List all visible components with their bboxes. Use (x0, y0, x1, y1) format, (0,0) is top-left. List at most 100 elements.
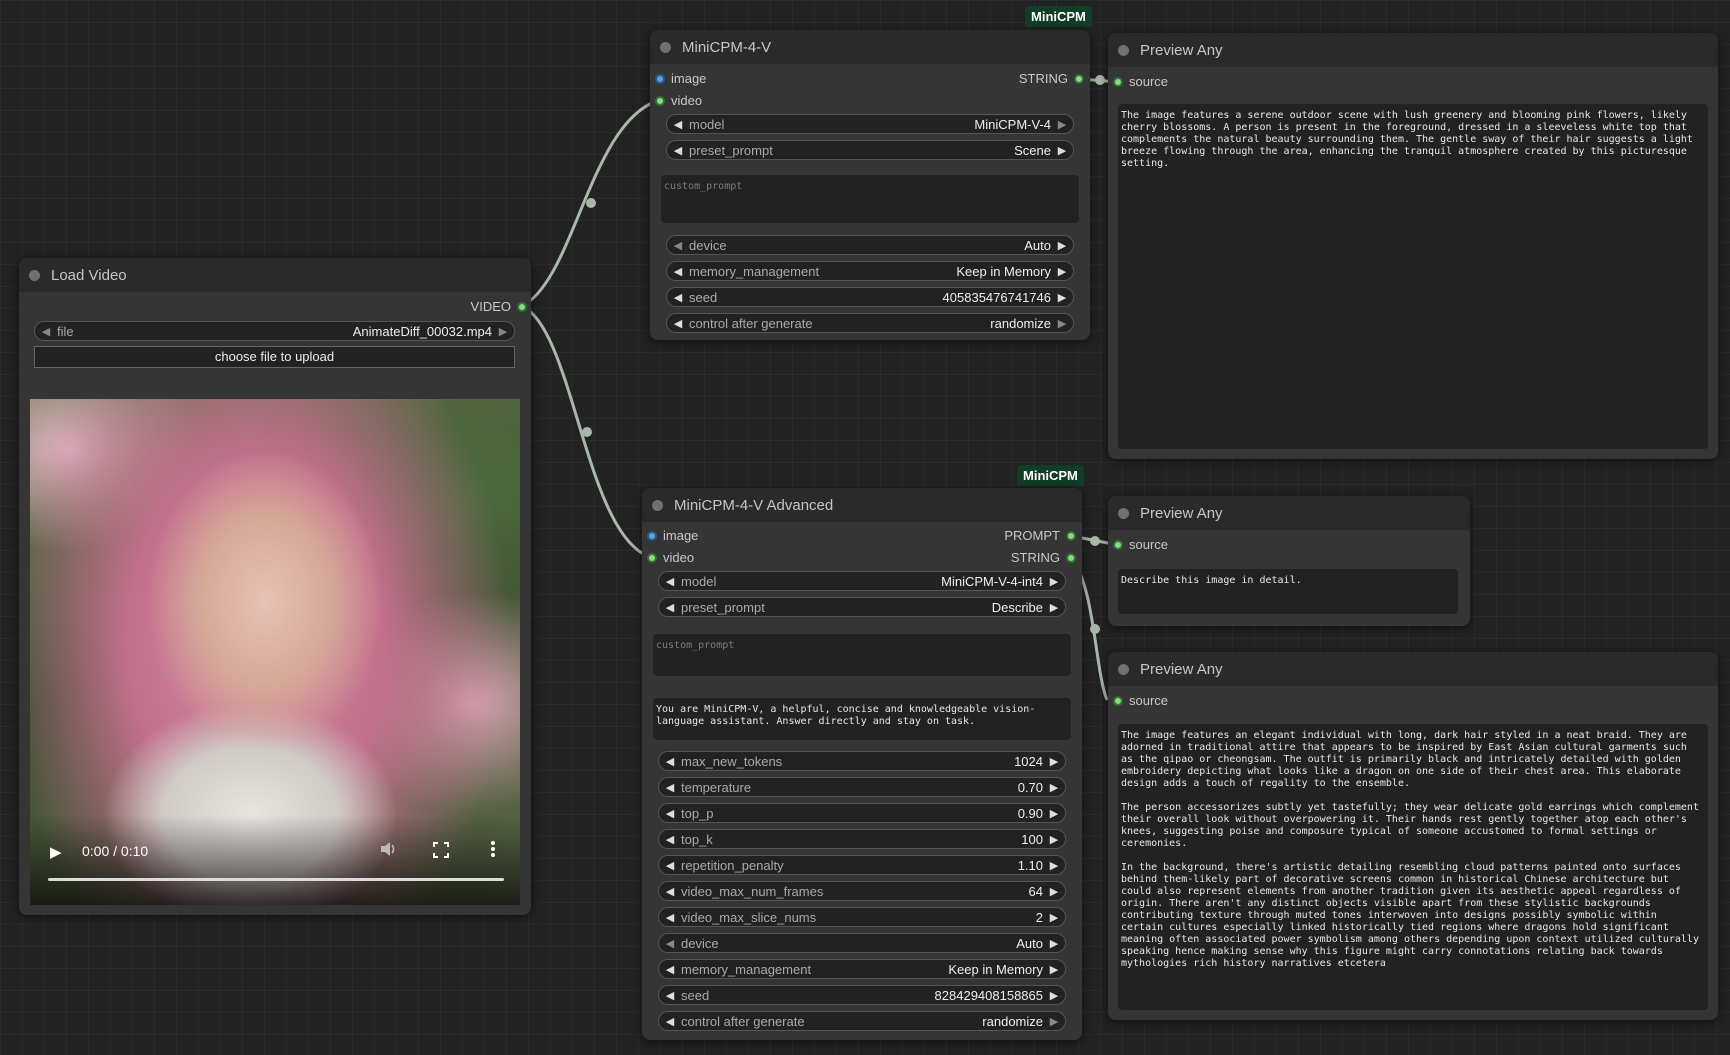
memory-management-combo[interactable]: ◀ memory_management Keep in Memory ▶ (666, 261, 1074, 281)
model-combo[interactable]: ◀ model MiniCPM-V-4 ▶ (666, 114, 1074, 134)
output-dot[interactable] (1066, 531, 1076, 541)
input-slot-video[interactable]: video (655, 92, 702, 110)
video-max-num-frames-number[interactable]: ◀ video_max_num_frames 64 ▶ (658, 881, 1066, 901)
custom-prompt-input[interactable]: custom_prompt (653, 634, 1071, 676)
input-dot[interactable] (655, 96, 665, 106)
left-arrow-icon[interactable]: ◀ (667, 265, 689, 278)
preview-any-node-2[interactable]: Preview Any source Describe this image i… (1108, 496, 1470, 626)
collapse-dot[interactable] (1118, 44, 1129, 56)
preview-text-output[interactable]: The image features a serene outdoor scen… (1118, 104, 1708, 449)
left-arrow-icon[interactable]: ◀ (659, 963, 681, 976)
input-slot-source[interactable]: source (1113, 536, 1168, 554)
left-arrow-icon[interactable]: ◀ (659, 885, 681, 898)
input-slot-image[interactable]: image (655, 70, 706, 88)
right-arrow-icon[interactable]: ▶ (1043, 601, 1065, 614)
input-dot[interactable] (1113, 77, 1123, 87)
output-dot[interactable] (1066, 553, 1076, 563)
left-arrow-icon[interactable]: ◀ (659, 937, 681, 950)
node-title-bar[interactable]: Preview Any (1108, 33, 1718, 67)
left-arrow-icon[interactable]: ◀ (667, 291, 689, 304)
left-arrow-icon[interactable]: ◀ (667, 144, 689, 157)
node-title-bar[interactable]: MiniCPM-4-V Advanced (642, 488, 1082, 522)
right-arrow-icon[interactable]: ▶ (1051, 239, 1073, 252)
output-slot-prompt[interactable]: PROMPT (1004, 527, 1076, 545)
max-new-tokens-number[interactable]: ◀ max_new_tokens 1024 ▶ (658, 751, 1066, 771)
right-arrow-icon[interactable]: ▶ (1051, 317, 1073, 330)
input-slot-video[interactable]: video (647, 549, 694, 567)
output-slot-string[interactable]: STRING (1011, 549, 1076, 567)
input-dot[interactable] (647, 553, 657, 563)
input-dot[interactable] (655, 74, 665, 84)
left-arrow-icon[interactable]: ◀ (659, 911, 681, 924)
upload-button[interactable]: choose file to upload (34, 346, 515, 368)
input-slot-source[interactable]: source (1113, 692, 1168, 710)
node-title-bar[interactable]: Load Video (19, 258, 531, 292)
right-arrow-icon[interactable]: ▶ (1043, 885, 1065, 898)
input-slot-source[interactable]: source (1113, 73, 1168, 91)
left-arrow-icon[interactable]: ◀ (659, 859, 681, 872)
left-arrow-icon[interactable]: ◀ (659, 575, 681, 588)
right-arrow-icon[interactable]: ▶ (1043, 781, 1065, 794)
left-arrow-icon[interactable]: ◀ (659, 1015, 681, 1028)
collapse-dot[interactable] (29, 269, 40, 281)
output-dot[interactable] (1074, 74, 1084, 84)
top-p-number[interactable]: ◀ top_p 0.90 ▶ (658, 803, 1066, 823)
device-combo[interactable]: ◀ device Auto ▶ (658, 933, 1066, 953)
right-arrow-icon[interactable]: ▶ (1051, 144, 1073, 157)
right-arrow-icon[interactable]: ▶ (1043, 989, 1065, 1002)
right-arrow-icon[interactable]: ▶ (1043, 1015, 1065, 1028)
custom-prompt-input[interactable]: custom_prompt (661, 175, 1079, 223)
minicpm-advanced-node[interactable]: MiniCPM-4-V Advanced image video PROMPT … (642, 488, 1082, 1040)
preview-text-output[interactable]: Describe this image in detail. (1118, 569, 1458, 614)
input-slot-image[interactable]: image (647, 527, 698, 545)
collapse-dot[interactable] (652, 499, 663, 511)
play-icon[interactable]: ▶ (50, 843, 62, 861)
left-arrow-icon[interactable]: ◀ (667, 239, 689, 252)
node-title-bar[interactable]: Preview Any (1108, 496, 1470, 530)
input-dot[interactable] (1113, 696, 1123, 706)
output-slot-video[interactable]: VIDEO (471, 298, 527, 316)
seed-number[interactable]: ◀ seed 828429408158865 ▶ (658, 985, 1066, 1005)
model-combo[interactable]: ◀ model MiniCPM-V-4-int4 ▶ (658, 571, 1066, 591)
minicpm-node[interactable]: MiniCPM-4-V image video STRING ◀ model M… (650, 30, 1090, 340)
volume-icon[interactable] (379, 840, 397, 861)
input-dot[interactable] (647, 531, 657, 541)
right-arrow-icon[interactable]: ▶ (1043, 859, 1065, 872)
left-arrow-icon[interactable]: ◀ (667, 118, 689, 131)
collapse-dot[interactable] (660, 41, 671, 53)
device-combo[interactable]: ◀ device Auto ▶ (666, 235, 1074, 255)
temperature-number[interactable]: ◀ temperature 0.70 ▶ (658, 777, 1066, 797)
left-arrow-icon[interactable]: ◀ (659, 833, 681, 846)
control-after-generate-combo[interactable]: ◀ control after generate randomize ▶ (666, 313, 1074, 333)
video-progress-bar[interactable] (48, 878, 504, 881)
more-options-icon[interactable] (490, 840, 496, 861)
right-arrow-icon[interactable]: ▶ (1051, 291, 1073, 304)
output-slot-string[interactable]: STRING (1019, 70, 1084, 88)
left-arrow-icon[interactable]: ◀ (35, 325, 57, 338)
load-video-node[interactable]: Load Video VIDEO ◀ file AnimateDiff_0003… (19, 258, 531, 915)
preview-text-output[interactable]: The image features an elegant individual… (1118, 724, 1708, 1010)
right-arrow-icon[interactable]: ▶ (1043, 937, 1065, 950)
repetition-penalty-number[interactable]: ◀ repetition_penalty 1.10 ▶ (658, 855, 1066, 875)
left-arrow-icon[interactable]: ◀ (667, 317, 689, 330)
preset-prompt-combo[interactable]: ◀ preset_prompt Scene ▶ (666, 140, 1074, 160)
right-arrow-icon[interactable]: ▶ (1043, 911, 1065, 924)
node-title-bar[interactable]: Preview Any (1108, 652, 1718, 686)
seed-number[interactable]: ◀ seed 405835476741746 ▶ (666, 287, 1074, 307)
fullscreen-icon[interactable] (433, 842, 449, 861)
right-arrow-icon[interactable]: ▶ (492, 325, 514, 338)
output-dot[interactable] (517, 302, 527, 312)
right-arrow-icon[interactable]: ▶ (1043, 833, 1065, 846)
file-combo[interactable]: ◀ file AnimateDiff_00032.mp4 ▶ (34, 321, 515, 341)
left-arrow-icon[interactable]: ◀ (659, 755, 681, 768)
right-arrow-icon[interactable]: ▶ (1051, 118, 1073, 131)
system-prompt-input[interactable]: You are MiniCPM-V, a helpful, concise an… (653, 698, 1071, 740)
memory-management-combo[interactable]: ◀ memory_management Keep in Memory ▶ (658, 959, 1066, 979)
input-dot[interactable] (1113, 540, 1123, 550)
preview-any-node-3[interactable]: Preview Any source The image features an… (1108, 652, 1718, 1020)
preview-any-node-1[interactable]: Preview Any source The image features a … (1108, 33, 1718, 459)
right-arrow-icon[interactable]: ▶ (1043, 807, 1065, 820)
left-arrow-icon[interactable]: ◀ (659, 807, 681, 820)
collapse-dot[interactable] (1118, 663, 1129, 675)
left-arrow-icon[interactable]: ◀ (659, 989, 681, 1002)
